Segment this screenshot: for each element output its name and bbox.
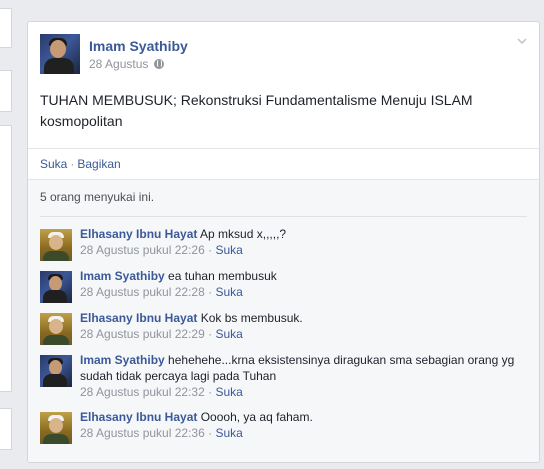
comment-like-link[interactable]: Suka — [215, 327, 242, 341]
commenter-avatar[interactable] — [40, 229, 72, 261]
commenter-name[interactable]: Elhasany Ibnu Hayat — [80, 227, 197, 241]
comment-text: ea tuhan membusuk — [168, 269, 277, 283]
likes-summary[interactable]: 5 orang menyukai ini. — [40, 190, 154, 204]
commenter-avatar[interactable] — [40, 412, 72, 444]
comment-timestamp[interactable]: 28 Agustus pukul 22:29 — [80, 327, 205, 341]
left-card — [0, 8, 12, 48]
left-card — [0, 408, 12, 450]
comment-text: Ap mksud x,,,,,? — [200, 227, 287, 241]
commenter-name[interactable]: Imam Syathiby — [80, 269, 165, 283]
post-header: Imam Syathiby 28 Agustus — [40, 34, 527, 78]
author-avatar[interactable] — [40, 34, 80, 74]
left-card — [0, 70, 12, 112]
commenter-avatar[interactable] — [40, 355, 72, 387]
divider — [40, 216, 527, 217]
commenter-avatar[interactable] — [40, 271, 72, 303]
chevron-down-icon[interactable] — [517, 36, 527, 46]
comment: Elhasany Ibnu Hayat Kok bs membusuk. 28 … — [40, 310, 520, 348]
like-link[interactable]: Suka — [40, 157, 67, 171]
commenter-name[interactable]: Imam Syathiby — [80, 353, 165, 367]
left-card — [0, 125, 12, 392]
author-name[interactable]: Imam Syathiby — [89, 38, 188, 54]
commenter-name[interactable]: Elhasany Ibnu Hayat — [80, 410, 197, 424]
share-link[interactable]: Bagikan — [77, 157, 120, 171]
post-card: Imam Syathiby 28 Agustus TUHAN MEMBUSUK;… — [27, 21, 540, 463]
post-text: TUHAN MEMBUSUK; Rekonstruksi Fundamental… — [40, 92, 473, 129]
commenter-avatar[interactable] — [40, 313, 72, 345]
comment-like-link[interactable]: Suka — [215, 426, 242, 440]
comment-like-link[interactable]: Suka — [215, 285, 242, 299]
comment-timestamp[interactable]: 28 Agustus pukul 22:36 — [80, 426, 205, 440]
post-date[interactable]: 28 Agustus — [89, 57, 148, 71]
comment-text: Ooooh, ya aq faham. — [200, 410, 313, 424]
comment-like-link[interactable]: Suka — [215, 385, 242, 399]
commenter-name[interactable]: Elhasany Ibnu Hayat — [80, 311, 197, 325]
post-meta: 28 Agustus — [89, 57, 165, 71]
post-actions: Suka · Bagikan — [28, 148, 539, 179]
comment-text: Kok bs membusuk. — [200, 311, 303, 325]
left-column — [0, 0, 12, 469]
comments-section: 5 orang menyukai ini. Elhasany Ibnu Haya… — [28, 179, 539, 462]
comment: Imam Syathiby hehehehe...krna eksistensi… — [40, 352, 520, 406]
comment: Elhasany Ibnu Hayat Ooooh, ya aq faham. … — [40, 409, 520, 447]
globe-icon[interactable] — [154, 59, 165, 69]
comment: Elhasany Ibnu Hayat Ap mksud x,,,,,? 28 … — [40, 226, 520, 264]
comment-timestamp[interactable]: 28 Agustus pukul 22:28 — [80, 285, 205, 299]
comment-timestamp[interactable]: 28 Agustus pukul 22:32 — [80, 385, 205, 399]
action-separator: · — [70, 157, 75, 171]
comment-like-link[interactable]: Suka — [215, 243, 242, 257]
comment-timestamp[interactable]: 28 Agustus pukul 22:26 — [80, 243, 205, 257]
comment: Imam Syathiby ea tuhan membusuk 28 Agust… — [40, 268, 520, 306]
